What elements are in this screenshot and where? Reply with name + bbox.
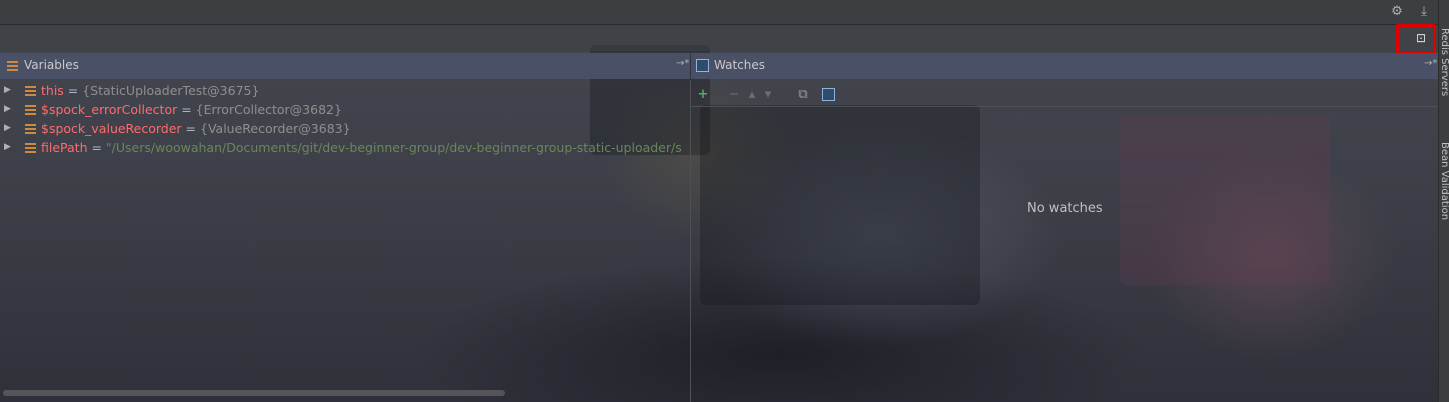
bean-validation-tab[interactable]: Bean Validation bbox=[1439, 142, 1449, 224]
pin-icon[interactable]: →* bbox=[676, 58, 689, 69]
variable-row[interactable]: ▶ $spock_errorCollector = {ErrorCollecto… bbox=[0, 100, 690, 119]
wallpaper-shape bbox=[1120, 115, 1330, 285]
add-watch-icon[interactable]: + bbox=[695, 87, 711, 103]
debugger-secondary-toolbar bbox=[0, 25, 1438, 51]
variables-header: Variables →* bbox=[0, 53, 690, 79]
variable-value: "/Users/woowahan/Documents/git/dev-begin… bbox=[105, 140, 682, 155]
redis-servers-tab[interactable]: Redis Servers bbox=[1439, 28, 1449, 104]
variable-equals: = bbox=[87, 140, 106, 155]
variables-tree: ▶ this = {StaticUploaderTest@3675} ▶ $sp… bbox=[0, 81, 690, 157]
variable-row[interactable]: ▶ $spock_valueRecorder = {ValueRecorder@… bbox=[0, 119, 690, 138]
variable-equals: = bbox=[63, 83, 83, 98]
variable-name: $spock_valueRecorder bbox=[41, 121, 182, 136]
move-down-icon[interactable]: ▾ bbox=[760, 87, 776, 103]
download-icon[interactable]: ⤓ bbox=[1416, 4, 1432, 20]
watch-settings-icon[interactable] bbox=[820, 87, 836, 103]
variable-row[interactable]: ▶ this = {StaticUploaderTest@3675} bbox=[0, 81, 690, 100]
field-icon bbox=[25, 86, 36, 96]
no-watches-label: No watches bbox=[1027, 201, 1103, 216]
copy-icon[interactable]: ⧉ bbox=[795, 87, 811, 103]
right-tool-strip: Redis Servers Bean Validation bbox=[1438, 0, 1449, 402]
wallpaper-shape bbox=[700, 105, 980, 305]
variable-name: filePath bbox=[41, 140, 88, 155]
variable-name: this bbox=[41, 83, 64, 98]
watches-icon bbox=[696, 59, 709, 72]
move-up-icon[interactable]: ▴ bbox=[744, 87, 760, 103]
field-icon bbox=[25, 105, 36, 115]
pin-icon[interactable]: →* bbox=[1424, 58, 1437, 69]
variables-icon bbox=[7, 61, 18, 71]
gear-icon[interactable]: ⚙ bbox=[1389, 4, 1405, 20]
horizontal-scrollbar[interactable] bbox=[3, 390, 505, 396]
expand-triangle-icon[interactable]: ▶ bbox=[4, 138, 11, 157]
variable-equals: = bbox=[181, 121, 200, 136]
variable-equals: = bbox=[177, 102, 196, 117]
field-icon bbox=[25, 143, 36, 153]
variable-row[interactable]: ▶ filePath = "/Users/woowahan/Documents/… bbox=[0, 138, 690, 157]
watches-header: Watches →* bbox=[691, 53, 1438, 79]
variables-title: Variables bbox=[24, 58, 79, 72]
restore-layout-icon[interactable]: ⊡ bbox=[1413, 30, 1429, 46]
expand-triangle-icon[interactable]: ▶ bbox=[4, 100, 11, 119]
debugger-top-toolbar: ⚙ ⤓ bbox=[0, 0, 1438, 25]
expand-triangle-icon[interactable]: ▶ bbox=[4, 119, 11, 138]
variable-value: {StaticUploaderTest@3675} bbox=[82, 83, 260, 98]
variable-value: {ValueRecorder@3683} bbox=[200, 121, 351, 136]
field-icon bbox=[25, 124, 36, 134]
watches-toolbar-separator bbox=[691, 106, 1438, 107]
panel-divider[interactable] bbox=[690, 80, 691, 402]
watches-title: Watches bbox=[714, 58, 765, 72]
variable-name: $spock_errorCollector bbox=[41, 102, 178, 117]
remove-watch-icon[interactable]: − bbox=[726, 87, 742, 103]
variable-value: {ErrorCollector@3682} bbox=[195, 102, 342, 117]
expand-triangle-icon[interactable]: ▶ bbox=[4, 81, 11, 100]
